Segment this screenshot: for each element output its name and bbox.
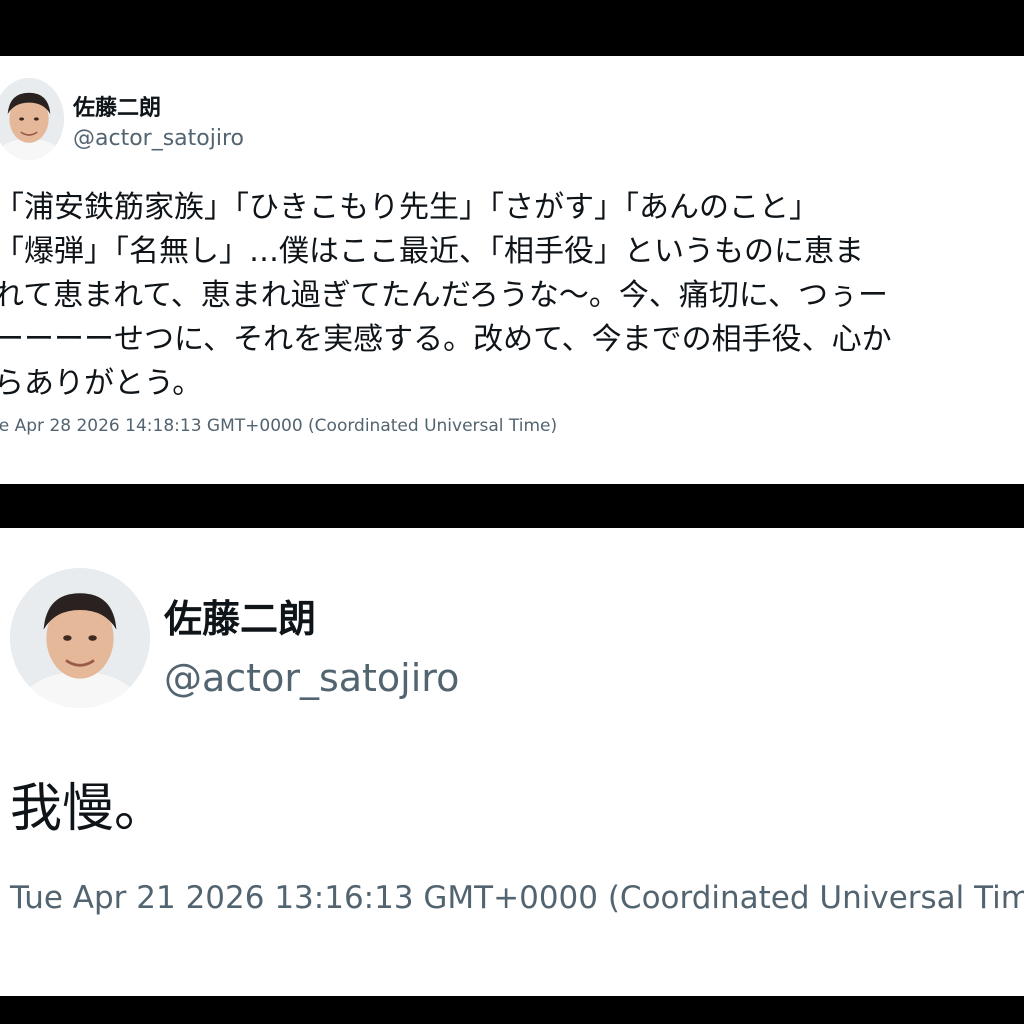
profile-photo-icon[interactable] — [10, 568, 150, 708]
tweet-card-2: 佐藤二朗 @actor_satojiro 我慢。 Tue Apr 21 2026… — [0, 528, 1024, 996]
tweet-text: 我慢。 — [10, 779, 167, 839]
tweet-timestamp[interactable]: Tue Apr 21 2026 13:16:13 GMT+0000 (Coord… — [10, 880, 1024, 916]
user-handle[interactable]: @actor_satojiro — [73, 126, 244, 151]
tweet-text-line: ーーーーせつに、それを実感する。改めて、今までの相手役、心か — [0, 322, 892, 357]
tweet-text-line: らありがとう。 — [0, 366, 203, 401]
tweet-card-1: 佐藤二朗 @actor_satojiro 「浦安鉄筋家族」「ひきこもり先生」「さ… — [0, 56, 1024, 484]
tweet-text: 「浦安鉄筋家族」「ひきこもり先生」「さがす」「あんのこと」 「爆弾」「名無し」…… — [0, 186, 892, 406]
tweet-text-line: 「爆弾」「名無し」…僕はここ最近、「相手役」というものに恵ま — [0, 234, 864, 269]
tweet-timestamp[interactable]: ue Apr 28 2026 14:18:13 GMT+0000 (Coordi… — [0, 416, 557, 436]
profile-photo-icon[interactable] — [0, 78, 64, 160]
tweet-text-line: れて恵まれて、恵まれ過ぎてたんだろうな〜。今、痛切に、つぅー — [0, 278, 888, 313]
display-name[interactable]: 佐藤二朗 — [164, 588, 316, 643]
tweet-text-line: 「浦安鉄筋家族」「ひきこもり先生」「さがす」「あんのこと」 — [0, 190, 819, 225]
user-handle[interactable]: @actor_satojiro — [164, 656, 459, 700]
display-name[interactable]: 佐藤二朗 — [73, 90, 161, 122]
